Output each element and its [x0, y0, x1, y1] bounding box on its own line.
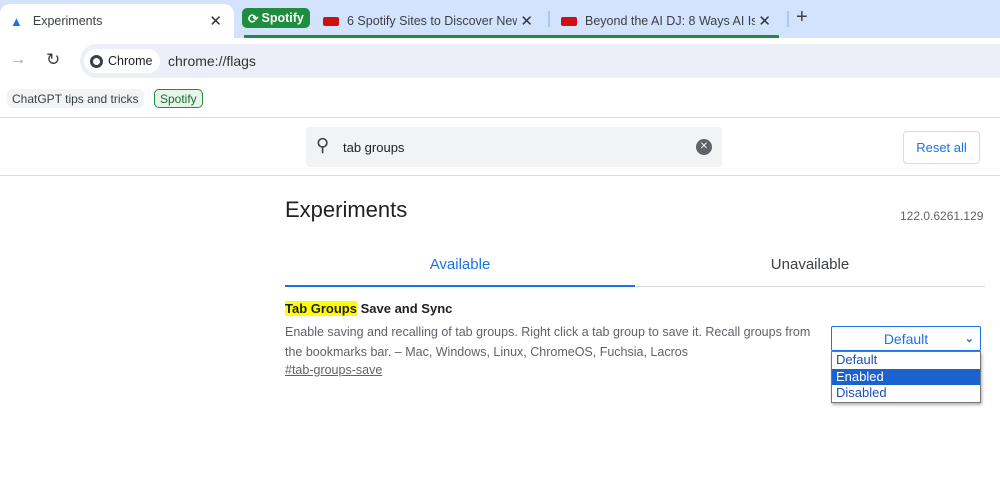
- tab-unavailable[interactable]: Unavailable: [635, 256, 985, 273]
- sync-icon: ⟳: [248, 11, 259, 26]
- close-tab-icon[interactable]: ✕: [209, 12, 222, 30]
- chrome-icon: [90, 54, 103, 68]
- option-enabled[interactable]: Enabled: [832, 368, 980, 385]
- tab-spotify-sites[interactable]: 6 Spotify Sites to Discover New ✕: [315, 4, 545, 38]
- tab-available[interactable]: Available: [285, 256, 635, 273]
- close-tab-icon[interactable]: ✕: [758, 12, 771, 30]
- experiment-state-select[interactable]: Default ⌄: [831, 326, 981, 351]
- tab-experiments[interactable]: ▲ Experiments ✕: [0, 4, 234, 38]
- option-disabled[interactable]: Disabled: [832, 385, 980, 402]
- experiment-link[interactable]: #tab-groups-save: [285, 363, 382, 377]
- new-tab-button[interactable]: +: [796, 6, 808, 29]
- clear-search-icon[interactable]: ✕: [696, 139, 712, 155]
- bookmark-group-spotify[interactable]: Spotify: [154, 89, 203, 108]
- experiment-description: Enable saving and recalling of tab group…: [285, 325, 811, 359]
- bookmark-chatgpt[interactable]: ChatGPT tips and tricks: [7, 89, 144, 108]
- site-favicon-icon: [323, 16, 339, 26]
- chevron-down-icon: ⌄: [964, 333, 974, 345]
- search-highlight: Tab Groups: [285, 301, 357, 316]
- bookmarks-bar: [0, 84, 1000, 118]
- tab-group-spotify[interactable]: ⟳ Spotify: [242, 8, 310, 28]
- experiment-title: Tab Groups Save and Sync: [285, 301, 453, 316]
- select-dropdown-list: Default Enabled Disabled: [831, 351, 981, 403]
- version-label: 122.0.6261.129: [900, 209, 984, 223]
- site-favicon-icon: [561, 16, 577, 26]
- search-value[interactable]: tab groups: [343, 140, 404, 155]
- page-title: Experiments: [285, 197, 408, 222]
- url-text[interactable]: chrome://flags: [168, 53, 256, 69]
- active-tab-indicator: [285, 285, 635, 287]
- flask-icon: ▲: [10, 13, 23, 29]
- search-icon: ⚲: [316, 135, 330, 155]
- tab-separator: [787, 11, 789, 27]
- close-tab-icon[interactable]: ✕: [520, 12, 533, 30]
- reset-all-button[interactable]: Reset all: [903, 131, 980, 164]
- reload-button[interactable]: ↻: [46, 50, 60, 70]
- forward-button[interactable]: →: [10, 51, 26, 69]
- option-default[interactable]: Default: [832, 352, 980, 369]
- site-chip[interactable]: Chrome: [84, 49, 161, 73]
- tab-ai-dj[interactable]: Beyond the AI DJ: 8 Ways AI Is ✕: [553, 4, 783, 38]
- tab-separator: [548, 11, 550, 27]
